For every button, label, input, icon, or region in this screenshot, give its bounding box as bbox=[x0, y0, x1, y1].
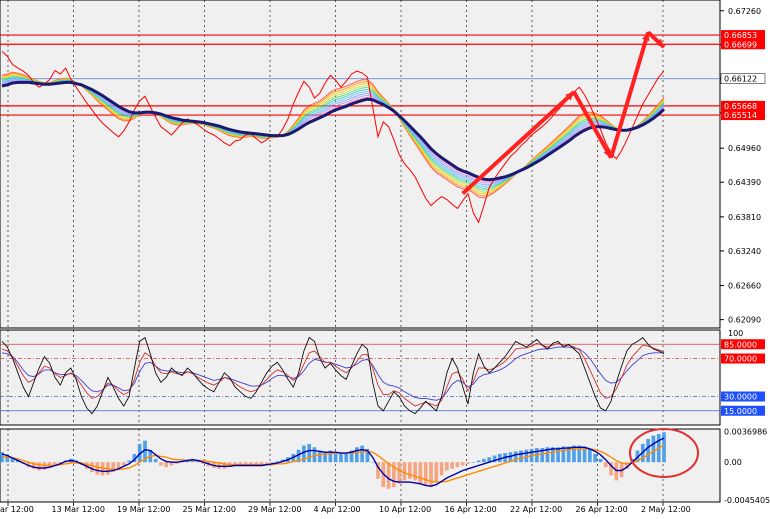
macd-histogram-bar bbox=[524, 449, 529, 463]
macd-histogram-bar bbox=[418, 462, 423, 484]
macd-histogram-bar bbox=[402, 462, 407, 481]
macd-histogram-bar bbox=[466, 462, 470, 464]
macd-histogram-bar bbox=[344, 453, 349, 463]
macd-tick-label: 0.0036986 bbox=[724, 428, 767, 437]
macd-histogram-bar bbox=[407, 462, 412, 479]
macd-histogram-bar bbox=[397, 462, 402, 484]
macd-histogram-bar bbox=[360, 445, 364, 463]
price-tick-label: 0.62660 bbox=[728, 282, 761, 291]
osc-tick-label: 100 bbox=[728, 329, 743, 338]
price-tick-label: 0.67260 bbox=[728, 7, 761, 16]
x-tick-label: 10 Apr 12:00 bbox=[379, 505, 431, 514]
macd-histogram-bar bbox=[370, 462, 375, 463]
macd-histogram-bar bbox=[434, 462, 439, 483]
price-tick-label: 0.63240 bbox=[728, 247, 761, 256]
macd-histogram-bar bbox=[603, 462, 608, 468]
macd-histogram-bar bbox=[662, 432, 666, 463]
x-tick-label: 26 Apr 12:00 bbox=[576, 505, 628, 514]
price-label-text: 0.66122 bbox=[724, 75, 757, 84]
price-tick-label: 0.64960 bbox=[728, 144, 761, 153]
osc-level-text: 15.0000 bbox=[724, 407, 757, 416]
macd-histogram-bar bbox=[445, 462, 449, 471]
macd-histogram-bar bbox=[593, 453, 597, 463]
macd-histogram-bar bbox=[651, 435, 656, 463]
macd-histogram-bar bbox=[588, 448, 592, 463]
x-tick-label: 19 Mar 12:00 bbox=[117, 505, 170, 514]
x-tick-label: 13 Mar 12:00 bbox=[52, 505, 105, 514]
price-label-text: 0.66699 bbox=[724, 40, 757, 49]
macd-histogram-bar bbox=[413, 462, 417, 481]
x-tick-label: 25 Mar 12:00 bbox=[183, 505, 236, 514]
macd-histogram-bar bbox=[429, 462, 433, 488]
macd-tick-label: -0.0045405 bbox=[724, 496, 770, 505]
macd-histogram-bar bbox=[471, 462, 476, 463]
x-tick-label: ar 12:00 bbox=[0, 505, 34, 514]
x-tick-label: 16 Apr 12:00 bbox=[445, 505, 497, 514]
macd-histogram-bar bbox=[354, 447, 359, 463]
macd-histogram-bar bbox=[450, 462, 454, 469]
macd-histogram-bar bbox=[455, 462, 460, 468]
macd-histogram-bar bbox=[598, 458, 603, 463]
macd-histogram-bar bbox=[270, 462, 274, 464]
pane-main-frame bbox=[0, 0, 721, 329]
x-tick-label: 4 Apr 12:00 bbox=[314, 505, 361, 514]
macd-histogram-bar bbox=[423, 462, 428, 486]
macd-histogram-bar bbox=[519, 450, 523, 463]
price-label-text: 0.65668 bbox=[724, 102, 757, 111]
macd-histogram-bar bbox=[339, 453, 343, 463]
chart-root: 0.672600.666900.661220.655500.649600.643… bbox=[0, 0, 770, 515]
macd-histogram-bar bbox=[646, 438, 650, 463]
macd-histogram-bar bbox=[482, 458, 486, 463]
macd-histogram-bar bbox=[159, 462, 163, 466]
macd-histogram-bar bbox=[577, 445, 582, 463]
macd-histogram-bar bbox=[317, 450, 322, 463]
macd-histogram-bar bbox=[460, 462, 465, 466]
osc-level-text: 85.0000 bbox=[724, 340, 757, 349]
macd-histogram-bar bbox=[95, 462, 100, 475]
x-tick-label: 22 Apr 12:00 bbox=[510, 505, 562, 514]
macd-histogram-bar bbox=[386, 462, 391, 489]
x-tick-label: 2 May 12:00 bbox=[641, 505, 691, 514]
macd-histogram-bar bbox=[164, 462, 169, 468]
x-tick-label: 29 Mar 12:00 bbox=[248, 505, 301, 514]
price-tick-label: 0.63810 bbox=[728, 213, 761, 222]
chart-svg: 0.672600.666900.661220.655500.649600.643… bbox=[0, 0, 770, 515]
price-label-text: 0.65514 bbox=[724, 111, 757, 120]
osc-level-text: 70.0000 bbox=[724, 355, 757, 364]
macd-histogram-bar bbox=[439, 462, 444, 476]
price-label-text: 0.66853 bbox=[724, 31, 757, 40]
osc-level-text: 30.0000 bbox=[724, 393, 757, 402]
macd-histogram-bar bbox=[37, 462, 41, 471]
macd-tick-label: 0.00 bbox=[724, 458, 742, 467]
price-tick-label: 0.64390 bbox=[728, 178, 761, 187]
price-tick-label: 0.62090 bbox=[728, 316, 761, 325]
macd-histogram-bar bbox=[90, 462, 94, 473]
macd-histogram-bar bbox=[153, 458, 158, 463]
macd-histogram-bar bbox=[614, 462, 619, 481]
macd-histogram-bar bbox=[307, 443, 312, 463]
macd-histogram-bar bbox=[476, 460, 481, 463]
